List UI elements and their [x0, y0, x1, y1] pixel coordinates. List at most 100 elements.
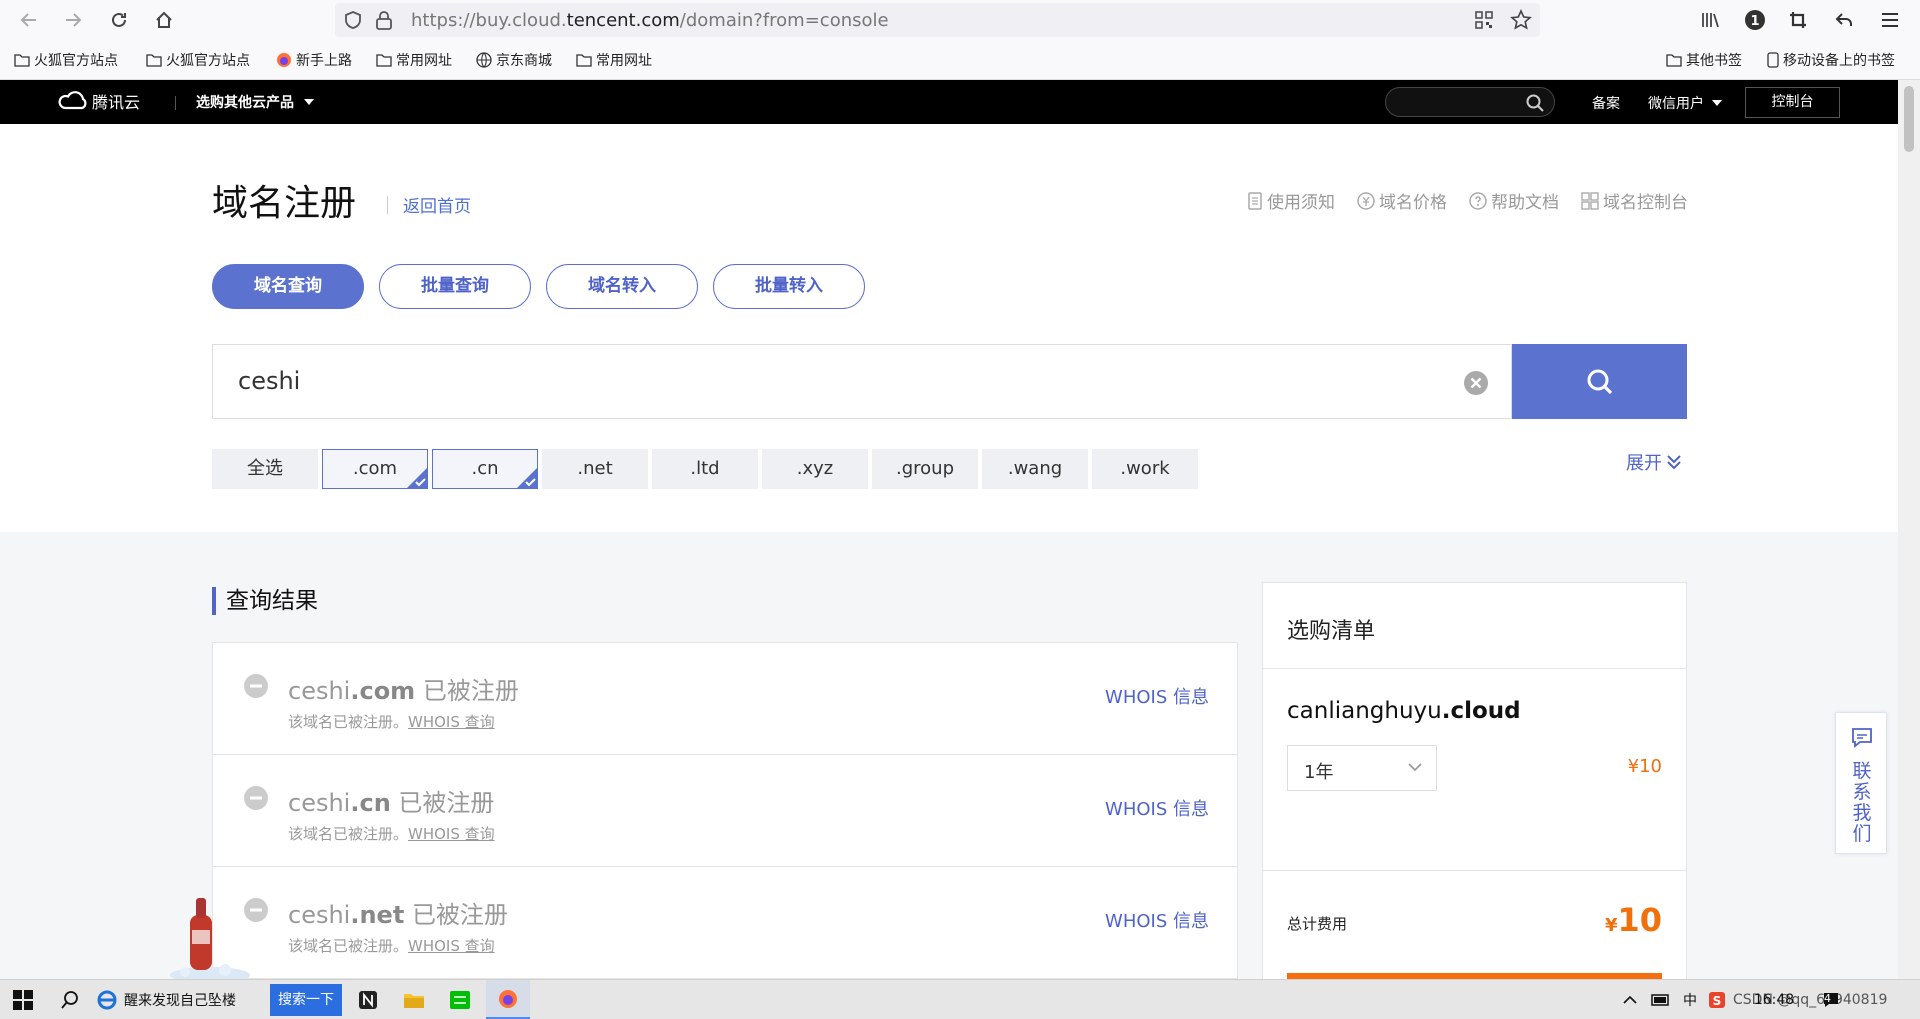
suffix-chip-xyz[interactable]: .xyz: [762, 449, 868, 489]
bookmark-item[interactable]: 常用网址: [376, 49, 452, 71]
svg-text:1: 1: [1750, 14, 1759, 29]
phone-icon: [1767, 52, 1779, 68]
chat-icon: [1852, 728, 1872, 748]
whois-query-link[interactable]: WHOIS 查询: [408, 825, 495, 843]
products-menu[interactable]: 选购其他云产品: [196, 92, 314, 112]
taskbar-ie-app[interactable]: 醒来发现自己坠楼: [96, 980, 266, 1019]
user-menu[interactable]: 微信用户: [1648, 93, 1722, 113]
page-title: 域名注册: [212, 183, 357, 224]
folder-icon: [576, 54, 592, 67]
unavailable-icon: [244, 674, 268, 698]
site-header: 腾讯云 选购其他云产品 备案 微信用户 控制台: [0, 80, 1898, 124]
sogou-icon[interactable]: S: [1706, 980, 1728, 1019]
file-explorer-icon[interactable]: [398, 980, 430, 1019]
bookmark-item[interactable]: 新手上路: [276, 49, 352, 71]
suffix-chip-group[interactable]: .group: [872, 449, 978, 489]
library-icon[interactable]: [1695, 5, 1725, 35]
domain-price-link[interactable]: 域名价格: [1357, 188, 1447, 213]
tab-domain-transfer[interactable]: 域名转入: [546, 264, 698, 309]
result-note: 该域名已被注册。WHOIS 查询: [288, 825, 495, 843]
menu-icon[interactable]: [1875, 5, 1905, 35]
suffix-chip-wang[interactable]: .wang: [982, 449, 1088, 489]
battery-icon[interactable]: [1647, 980, 1675, 1019]
extension-badge-icon[interactable]: 1: [1740, 5, 1770, 35]
suffix-select-all[interactable]: 全选: [212, 449, 318, 489]
header-search-input[interactable]: [1385, 87, 1555, 117]
whois-query-link[interactable]: WHOIS 查询: [408, 713, 495, 731]
unavailable-icon: [244, 786, 268, 810]
suffix-chip-cn[interactable]: .cn: [432, 449, 538, 489]
iqiyi-app-icon[interactable]: [444, 980, 476, 1019]
qr-code-icon[interactable]: [1475, 11, 1493, 29]
undo-icon[interactable]: [1829, 5, 1859, 35]
url-bar[interactable]: https://buy.cloud.tencent.com/domain?fro…: [335, 3, 1540, 37]
tab-domain-query[interactable]: 域名查询: [212, 264, 364, 309]
contact-label: 联系我们: [1852, 760, 1872, 845]
result-note: 该域名已被注册。WHOIS 查询: [288, 713, 495, 731]
suffix-chip-net[interactable]: .net: [542, 449, 648, 489]
screenshot-icon[interactable]: [1783, 5, 1813, 35]
windows-start-icon[interactable]: [0, 980, 46, 1019]
result-note: 该域名已被注册。WHOIS 查询: [288, 937, 495, 955]
notion-app-icon[interactable]: [352, 980, 384, 1019]
double-chevron-down-icon: [1667, 455, 1681, 470]
search-input-value[interactable]: ceshi: [238, 367, 300, 395]
result-domain: ceshi.cn 已被注册: [288, 789, 495, 817]
home-icon[interactable]: [149, 5, 179, 35]
svg-text:S: S: [1713, 994, 1722, 1008]
console-button[interactable]: 控制台: [1745, 87, 1840, 118]
page-scrollbar[interactable]: [1898, 80, 1920, 980]
bookmark-item[interactable]: 火狐官方站点: [14, 49, 118, 71]
taskbar-search-button[interactable]: 搜索一下: [270, 984, 342, 1016]
yen-circle-icon: [1357, 191, 1375, 210]
scrollbar-thumb[interactable]: [1904, 86, 1914, 152]
bookmark-star-icon[interactable]: [1510, 9, 1532, 31]
bookmark-item[interactable]: 火狐官方站点: [146, 49, 250, 71]
tab-batch-query[interactable]: 批量查询: [379, 264, 531, 309]
folder-icon: [1666, 54, 1682, 67]
chevron-up-icon[interactable]: [1617, 980, 1643, 1019]
firefox-taskbar-icon[interactable]: [486, 980, 530, 1019]
suffix-chip-ltd[interactable]: .ltd: [652, 449, 758, 489]
expand-suffixes-button[interactable]: 展开: [1626, 449, 1681, 475]
reload-icon[interactable]: [104, 5, 134, 35]
clock[interactable]: 16:48: [1754, 980, 1794, 1019]
shield-icon[interactable]: [343, 10, 363, 30]
ime-indicator[interactable]: 中: [1678, 980, 1702, 1019]
total-label: 总计费用: [1287, 915, 1348, 933]
checkmark-icon: [407, 468, 427, 488]
bookmark-item[interactable]: 其他书签: [1666, 49, 1742, 71]
notification-icon[interactable]: 4: [1820, 980, 1842, 1019]
back-home-link[interactable]: 返回首页: [403, 192, 471, 217]
contact-us-button[interactable]: 联系我们: [1835, 712, 1887, 854]
help-links: 使用须知 域名价格 帮助文档 域名控制台: [1247, 188, 1688, 213]
domain-search-input[interactable]: ceshi: [212, 344, 1512, 419]
result-row: ceshi.cn 已被注册 该域名已被注册。WHOIS 查询 WHOIS 信息: [213, 755, 1237, 867]
help-docs-link[interactable]: 帮助文档: [1469, 188, 1559, 213]
grid-icon: [1581, 191, 1599, 210]
forward-icon[interactable]: [58, 5, 88, 35]
site-logo[interactable]: 腾讯云: [58, 89, 140, 113]
domain-console-link[interactable]: 域名控制台: [1581, 188, 1688, 213]
whois-info-link[interactable]: WHOIS 信息: [1105, 907, 1209, 933]
suffix-chip-work[interactable]: .work: [1092, 449, 1198, 489]
taskbar-search-icon[interactable]: [50, 980, 90, 1019]
search-button[interactable]: [1512, 344, 1687, 419]
whois-info-link[interactable]: WHOIS 信息: [1105, 795, 1209, 821]
cloud-logo-icon: [58, 91, 87, 110]
beian-link[interactable]: 备案: [1592, 93, 1620, 113]
cart-title: 选购清单: [1287, 619, 1376, 644]
period-select[interactable]: 1年: [1287, 745, 1437, 791]
globe-icon: [476, 52, 492, 68]
whois-query-link[interactable]: WHOIS 查询: [408, 937, 495, 955]
usage-notes-link[interactable]: 使用须知: [1247, 188, 1335, 213]
whois-info-link[interactable]: WHOIS 信息: [1105, 683, 1209, 709]
lock-icon[interactable]: [375, 10, 393, 30]
tab-batch-transfer[interactable]: 批量转入: [713, 264, 865, 309]
bookmark-item[interactable]: 常用网址: [576, 49, 652, 71]
back-icon[interactable]: [14, 5, 44, 35]
bookmark-item[interactable]: 京东商城: [476, 49, 552, 71]
clear-icon[interactable]: [1463, 370, 1489, 396]
bookmark-item[interactable]: 移动设备上的书签: [1767, 49, 1895, 71]
suffix-chip-com[interactable]: .com: [322, 449, 428, 489]
